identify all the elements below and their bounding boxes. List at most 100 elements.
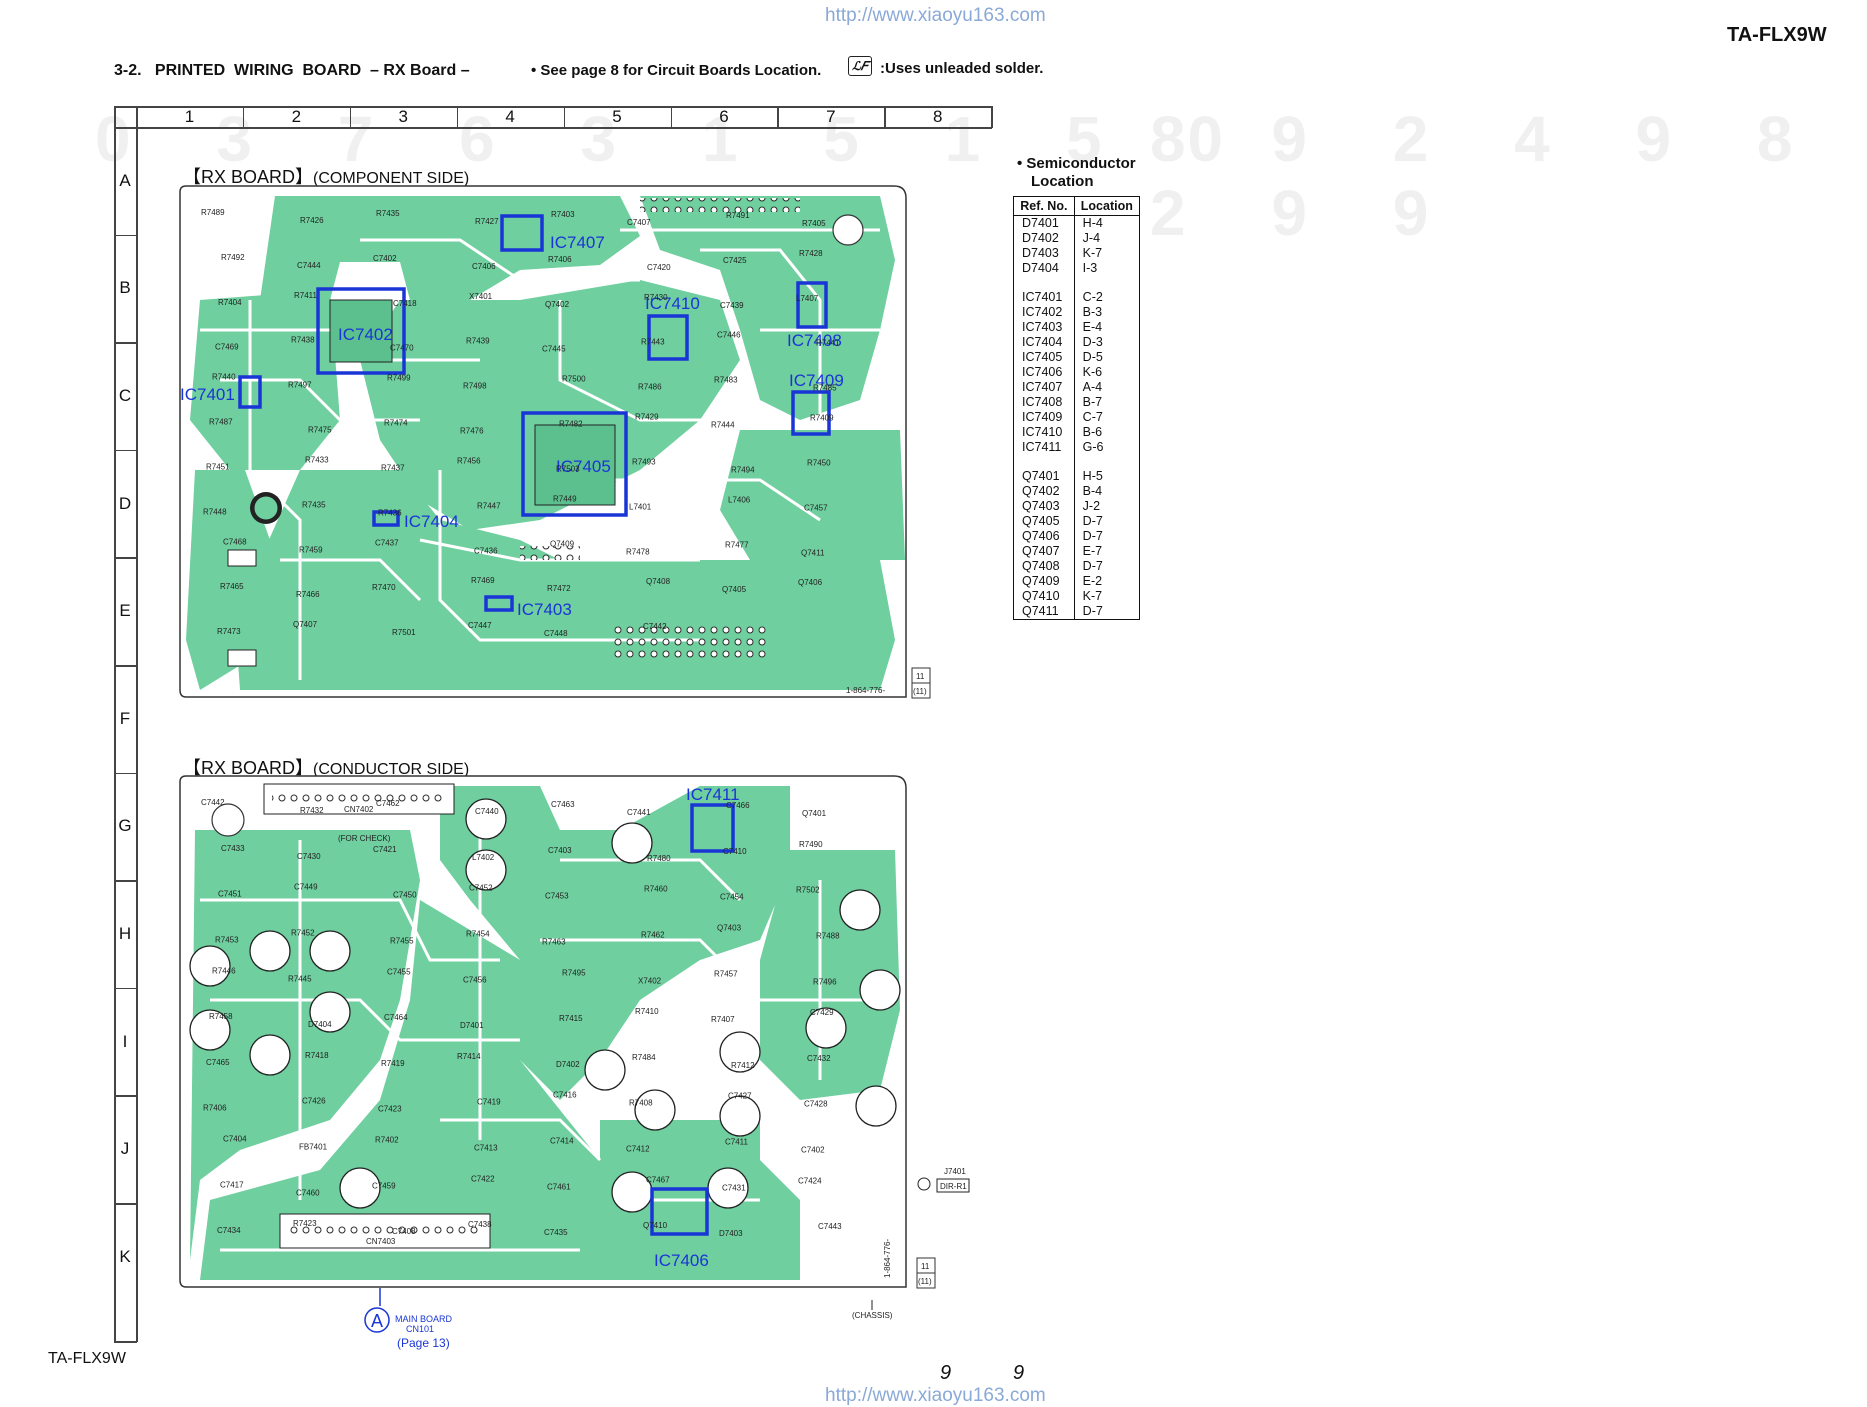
ref-label: C7419 — [477, 1098, 501, 1107]
ref-label: C7439 — [720, 301, 744, 310]
ref-label: R7476 — [460, 427, 484, 436]
ref-label: R7444 — [711, 421, 735, 430]
ref-no-cell: Q7410 — [1013, 589, 1075, 604]
ref-label: R7440 — [212, 373, 236, 382]
ref-label: R7488 — [816, 931, 840, 940]
ref-label: C7429 — [810, 1008, 834, 1017]
ref-label: R7486 — [638, 383, 662, 392]
connector-page[interactable]: (Page 13) — [397, 1336, 450, 1350]
ref-label: C7407 — [627, 218, 651, 227]
ref-label: C7414 — [550, 1137, 574, 1146]
ref-label: R7445 — [288, 974, 312, 983]
ref-label: C7442 — [643, 622, 667, 631]
ref-no-cell: D7404 — [1013, 261, 1075, 276]
ref-label: D7403 — [719, 1229, 743, 1238]
ref-label: C7437 — [375, 538, 399, 547]
ref-label: C7425 — [723, 256, 747, 265]
ref-label: C7402 — [801, 1146, 825, 1155]
table-row: Q7405 D-7 — [1013, 514, 1140, 529]
table-row: IC7405 D-5 — [1013, 350, 1140, 365]
location-cell: B-6 — [1082, 425, 1103, 439]
ref-label: R7469 — [471, 576, 495, 585]
connector-dest: MAIN BOARD — [395, 1314, 453, 1324]
ref-label: C7402 — [373, 254, 397, 263]
location-cell: I-3 — [1082, 261, 1098, 275]
ref-label: R7451 — [206, 462, 230, 471]
ref-no-cell: Q7402 — [1013, 484, 1075, 499]
ref-label: R7466 — [296, 590, 320, 599]
ref-label: R7459 — [299, 545, 323, 554]
semiconductor-heading: • Semiconductor Location — [1017, 155, 1136, 191]
ref-label: R7406 — [203, 1104, 227, 1113]
ref-label: R7430 — [644, 293, 668, 302]
cond-part-number: 1-864-776- — [883, 1239, 892, 1278]
location-cell: C-7 — [1082, 410, 1103, 424]
cond-page-ref-top: 11 — [921, 1262, 930, 1271]
ic7403-label: IC7403 — [517, 600, 572, 619]
ref-label: R7477 — [725, 540, 749, 549]
ref-label: C7426 — [302, 1097, 326, 1106]
ref-label: D7401 — [460, 1021, 484, 1030]
ref-label: R7496 — [813, 977, 837, 986]
location-cell: C-2 — [1082, 290, 1103, 304]
ref-no-cell: Q7409 — [1013, 574, 1075, 589]
ref-label: C7421 — [373, 845, 397, 854]
cn7402-label: CN7402 — [344, 805, 374, 814]
ref-label: L7402 — [472, 853, 495, 862]
ref-label: R7474 — [384, 419, 408, 428]
ic7407-label: IC7407 — [550, 233, 605, 252]
ref-no-cell: D7401 — [1013, 215, 1075, 231]
ref-label: R7402 — [375, 1136, 399, 1145]
ref-label: R7485 — [813, 384, 837, 393]
ref-label: C7452 — [469, 884, 493, 893]
ref-label: C7448 — [544, 629, 568, 638]
ref-label: L7401 — [629, 502, 652, 511]
ref-label: R7437 — [381, 463, 405, 472]
comp-page-ref-bottom: (11) — [913, 687, 927, 696]
ref-label: C7457 — [804, 503, 828, 512]
ref-no-cell: IC7401 — [1013, 290, 1075, 305]
ref-no-cell: IC7406 — [1013, 365, 1075, 380]
ref-label: C7468 — [223, 537, 247, 546]
location-cell: H-5 — [1082, 469, 1103, 483]
ref-label: C7461 — [547, 1182, 571, 1191]
location-cell: H-4 — [1082, 216, 1103, 230]
ref-label: C7456 — [463, 975, 487, 984]
ref-label: R7411 — [294, 291, 318, 300]
col-ref-header: Ref. No. — [1013, 196, 1075, 216]
ref-no-cell: Q7407 — [1013, 544, 1075, 559]
ref-no-cell: IC7407 — [1013, 380, 1075, 395]
ic7406-label: IC7406 — [654, 1251, 709, 1270]
ref-label: C7454 — [720, 893, 744, 902]
ref-label: C7417 — [220, 1180, 244, 1189]
ref-label: C7428 — [804, 1100, 828, 1109]
ref-label: C7403 — [548, 846, 572, 855]
ref-label: C7442 — [201, 798, 225, 807]
ref-label: R7482 — [559, 420, 583, 429]
ref-label: Q7410 — [643, 1221, 668, 1230]
semiconductor-location-table: Ref. No. Location D7401 H-4 D7402 J-4 D7403 K… — [1013, 196, 1140, 620]
cn7403-label: CN7403 — [366, 1237, 396, 1246]
ref-label: C7441 — [627, 808, 651, 817]
cn7402-note: (FOR CHECK) — [338, 834, 391, 843]
col-loc-header: Location — [1074, 196, 1140, 216]
ref-label: R7426 — [300, 216, 324, 225]
ref-label: R7478 — [626, 547, 650, 556]
ref-label: D7404 — [308, 1020, 332, 1029]
ref-label: R7454 — [466, 929, 490, 938]
ref-label: C7463 — [551, 800, 575, 809]
ref-label: C7446 — [717, 331, 741, 340]
ref-label: C7430 — [297, 852, 321, 861]
ref-label: C7410 — [723, 847, 747, 856]
ref-label: Q7405 — [722, 585, 747, 594]
ref-label: R7473 — [217, 627, 241, 636]
ref-label: R7487 — [209, 418, 233, 427]
table-row: D7402 J-4 — [1013, 231, 1140, 246]
ref-label: R7501 — [392, 628, 416, 637]
ref-no-cell: Q7403 — [1013, 499, 1075, 514]
ref-label: FB7401 — [299, 1143, 328, 1152]
ref-label: R7498 — [463, 382, 487, 391]
ref-label: R7423 — [293, 1219, 317, 1228]
comp-page-ref-top: 11 — [916, 672, 925, 681]
ref-label: Q7401 — [802, 809, 827, 818]
